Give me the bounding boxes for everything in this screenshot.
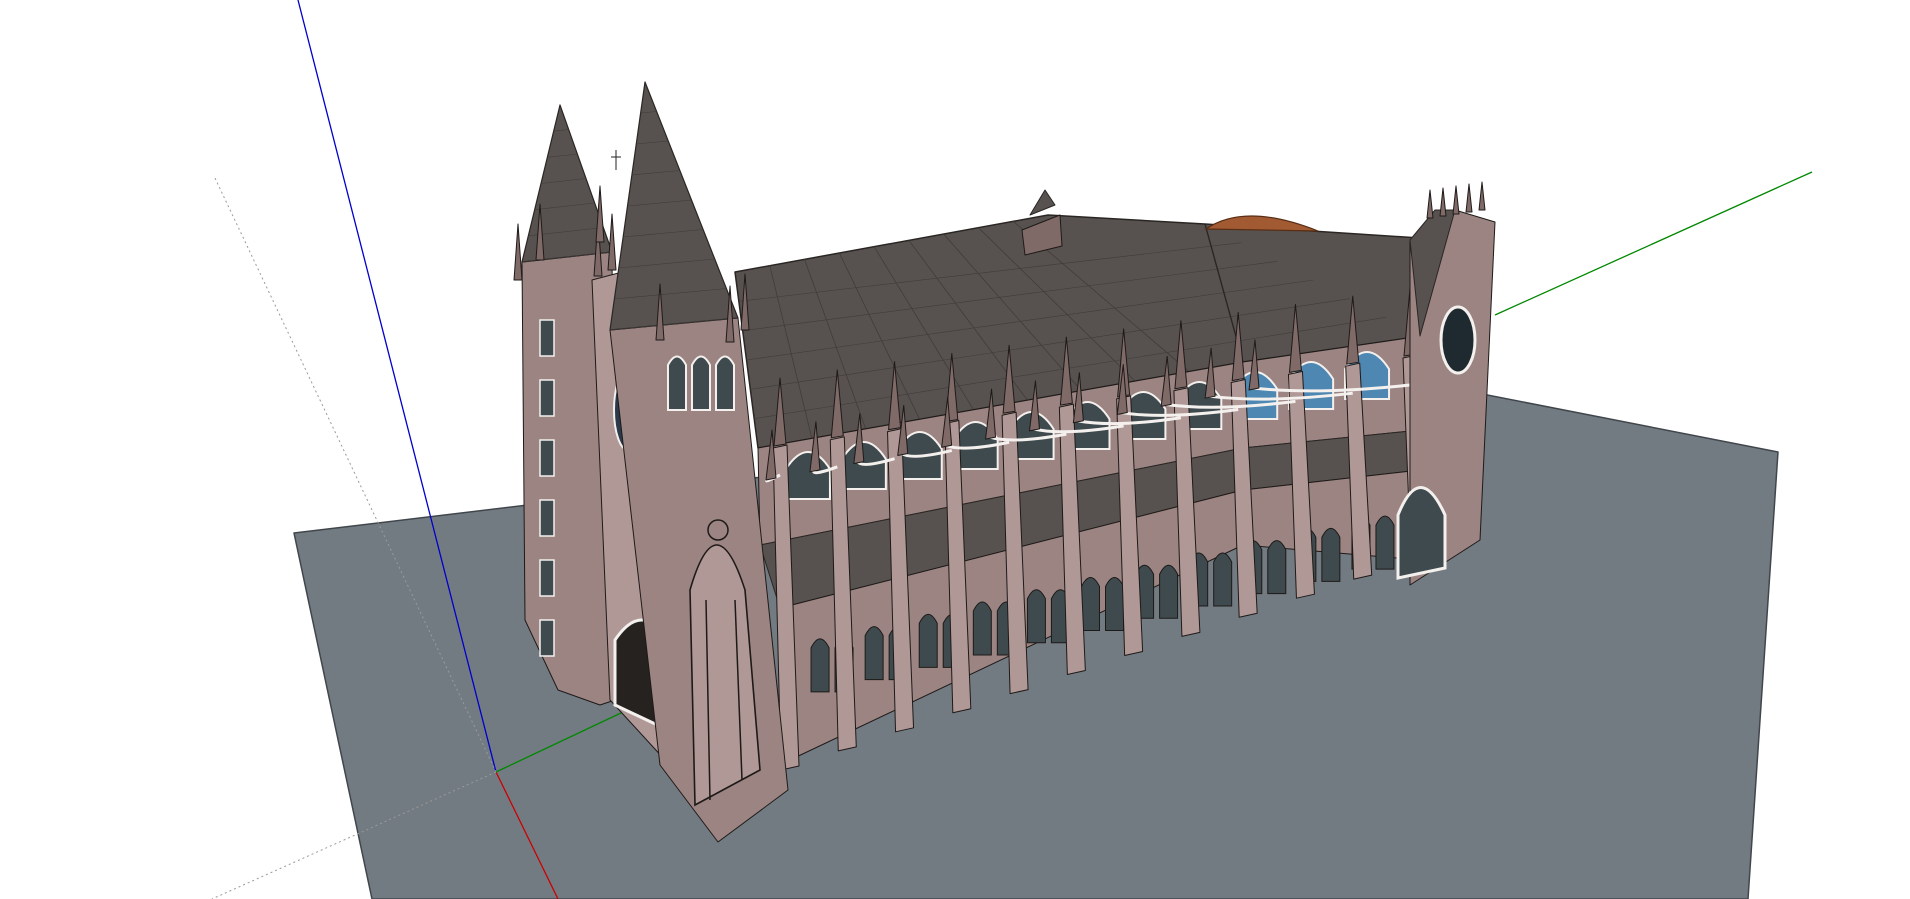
- tower-pinnacle: [513, 223, 523, 281]
- transept-spirelet: [1452, 185, 1460, 215]
- transept-rose-window: [1439, 305, 1477, 375]
- aisle-window: [1267, 540, 1287, 595]
- tower-window: [539, 619, 555, 657]
- tower-window: [539, 319, 555, 357]
- transept-portal: [1396, 486, 1447, 580]
- transept-spirelet: [1426, 189, 1434, 219]
- aisle-window: [972, 601, 992, 656]
- scene-canvas[interactable]: [0, 0, 1910, 899]
- aisle-window: [864, 626, 884, 681]
- tower-window: [539, 379, 555, 417]
- aisle-window: [1375, 515, 1395, 570]
- transept-spirelet: [1478, 181, 1486, 211]
- belfry-opening: [667, 355, 687, 411]
- model-viewport[interactable]: [0, 0, 1910, 899]
- aisle-window: [1321, 527, 1341, 582]
- crossing-dome: [1204, 215, 1319, 232]
- transept-spirelet: [1465, 183, 1473, 213]
- transept-spirelet: [1439, 187, 1447, 217]
- aisle-window: [1159, 564, 1179, 619]
- belfry-opening: [715, 355, 735, 411]
- tower-window: [539, 499, 555, 537]
- axis-green-line-back: [1494, 171, 1813, 316]
- aisle-window: [1105, 577, 1124, 631]
- aisle-window: [1026, 589, 1046, 644]
- tower-window: [539, 559, 555, 597]
- tower-window: [539, 439, 555, 477]
- far-turret-roof: [1029, 189, 1056, 216]
- aisle-window: [1081, 577, 1100, 631]
- tower-pinnacle: [607, 213, 617, 271]
- aisle-window: [918, 613, 938, 668]
- belfry-opening: [691, 355, 711, 411]
- clerestory-window: [784, 451, 831, 500]
- aisle-window: [810, 638, 830, 693]
- aisle-window: [1213, 552, 1233, 607]
